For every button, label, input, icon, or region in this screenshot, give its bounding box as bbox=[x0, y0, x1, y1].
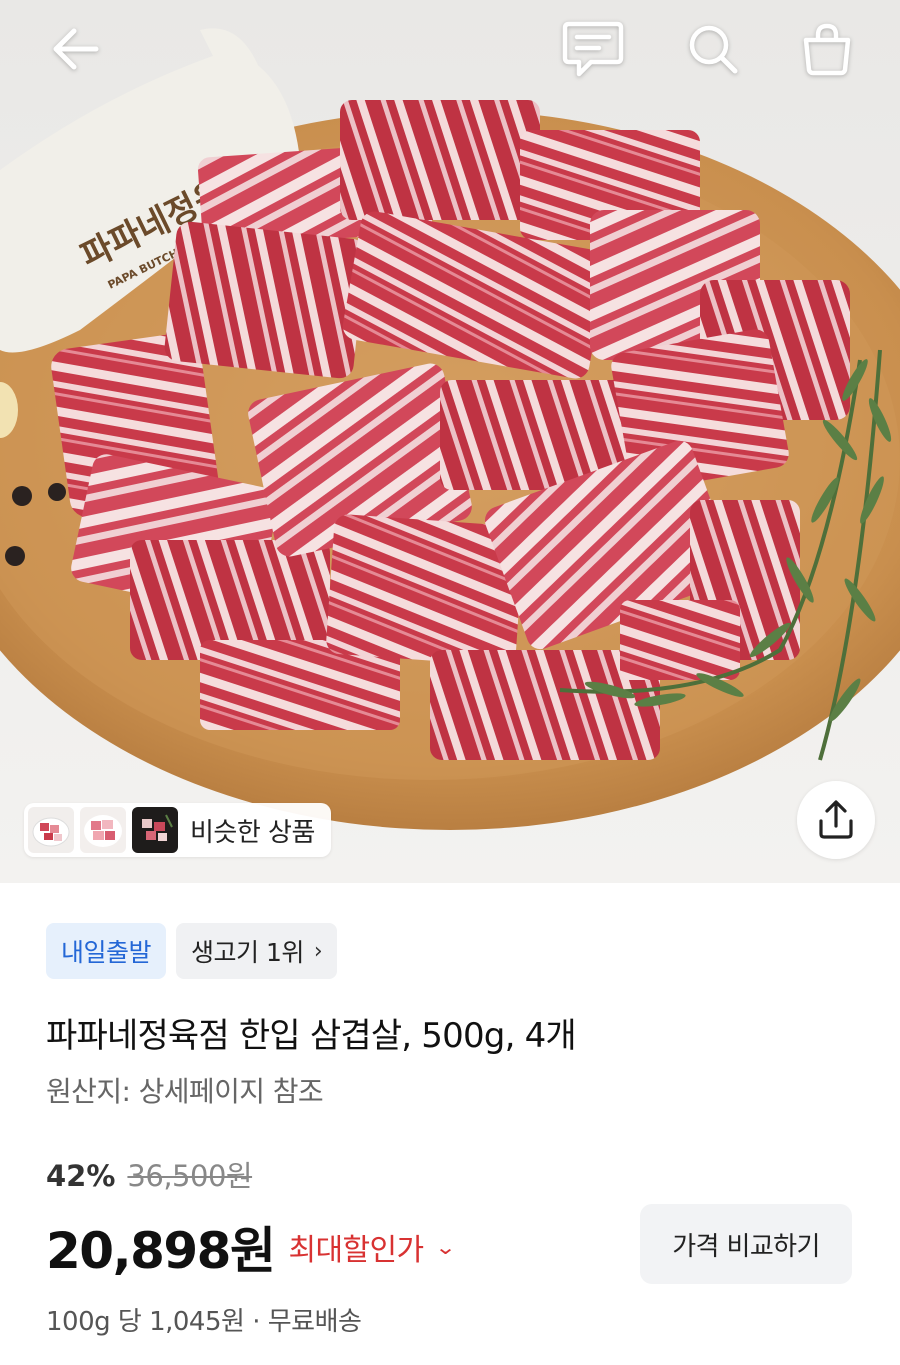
pork-belly-photo: 파파네정육점 PAPA BUTCHER SHOP bbox=[0, 28, 900, 830]
price-row: 20,898원 최대할인가 ⌄ bbox=[46, 1211, 457, 1283]
delivery-badge-label: 내일출발 bbox=[61, 938, 152, 967]
similar-thumb-2[interactable] bbox=[80, 807, 126, 853]
original-price: 36,500원 bbox=[127, 1159, 253, 1193]
similar-thumb-1[interactable] bbox=[28, 807, 74, 853]
product-info: 내일출발 생고기 1위 › 파파네정육점 한입 삼겹살, 500g, 4개 원산… bbox=[0, 883, 900, 1365]
delivery-badge: 내일출발 bbox=[46, 923, 167, 979]
share-icon bbox=[819, 800, 853, 839]
shipping-info: 무료배송 bbox=[267, 1307, 362, 1337]
rank-badge[interactable]: 생고기 1위 › bbox=[176, 923, 338, 979]
shopping-bag-icon bbox=[803, 23, 851, 76]
search-button[interactable] bbox=[678, 14, 748, 84]
rank-badge-label: 생고기 1위 bbox=[191, 938, 304, 967]
back-button[interactable] bbox=[40, 14, 110, 84]
compare-price-button[interactable]: 가격 비교하기 bbox=[640, 1204, 852, 1284]
product-title: 파파네정육점 한입 삼겹살, 500g, 4개 bbox=[46, 1016, 577, 1056]
badge-row: 내일출발 생고기 1위 › bbox=[46, 923, 338, 979]
product-origin: 원산지: 상세페이지 참조 bbox=[46, 1075, 324, 1108]
similar-products-label: 비슷한 상품 bbox=[190, 817, 315, 848]
unit-price-row: 100g 당 1,045원 · 무료배송 bbox=[46, 1301, 362, 1338]
sale-price: 20,898원 bbox=[46, 1222, 276, 1280]
back-arrow-icon bbox=[53, 28, 99, 70]
chat-bubble-icon bbox=[562, 21, 624, 77]
product-image[interactable]: 파파네정육점 PAPA BUTCHER SHOP 비슷한 상품 bbox=[0, 0, 900, 883]
cart-button[interactable] bbox=[792, 14, 862, 84]
search-icon bbox=[689, 25, 738, 74]
chevron-right-icon: › bbox=[313, 938, 323, 964]
chat-button[interactable] bbox=[558, 14, 628, 84]
max-discount-toggle[interactable]: 최대할인가 ⌄ bbox=[288, 1225, 457, 1269]
separator-dot: · bbox=[252, 1307, 260, 1337]
max-discount-label: 최대할인가 bbox=[288, 1233, 424, 1268]
unit-price: 100g 당 1,045원 bbox=[46, 1307, 245, 1337]
share-button[interactable] bbox=[797, 781, 875, 859]
discount-row: 42% 36,500원 bbox=[46, 1153, 253, 1195]
discount-rate: 42% bbox=[46, 1159, 116, 1193]
top-bar bbox=[0, 0, 900, 100]
chevron-down-icon: ⌄ bbox=[435, 1235, 457, 1259]
similar-products-button[interactable]: 비슷한 상품 bbox=[24, 803, 331, 857]
similar-thumb-3[interactable] bbox=[132, 807, 178, 853]
